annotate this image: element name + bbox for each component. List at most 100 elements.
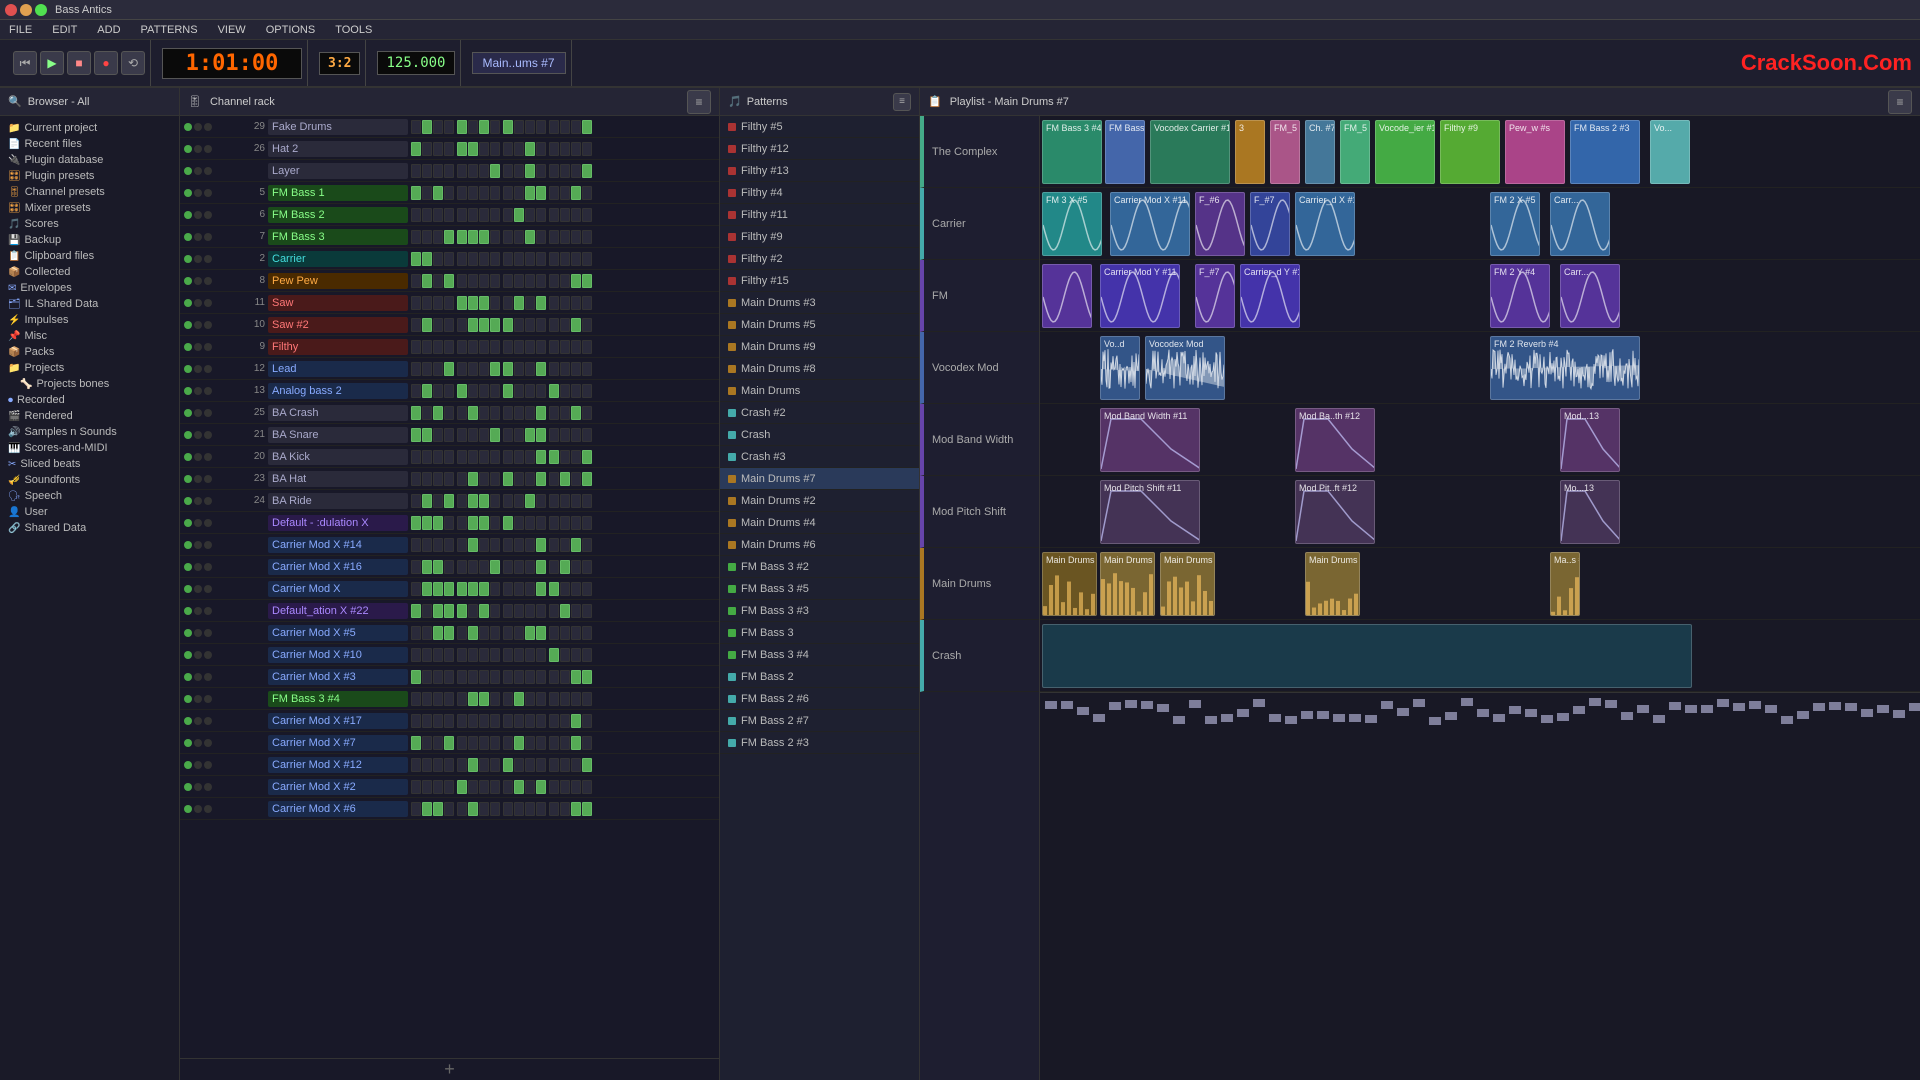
menu-edit[interactable]: EDIT [48,22,81,38]
beat-pad[interactable] [433,384,443,398]
channel-mute-dot[interactable] [194,189,202,197]
channel-mute-dot[interactable] [194,651,202,659]
beat-pad[interactable] [444,670,454,684]
channel-solo-dot[interactable] [204,497,212,505]
beat-pad[interactable] [468,736,478,750]
channel-solo-dot[interactable] [204,563,212,571]
note-block[interactable] [1893,710,1905,718]
beat-pad[interactable] [422,186,432,200]
beat-pad[interactable] [422,208,432,222]
beat-pad[interactable] [411,450,421,464]
channel-mute-dot[interactable] [194,475,202,483]
beat-pad[interactable] [479,274,489,288]
channel-name[interactable]: Fake Drums [268,119,408,135]
beat-pad[interactable] [444,296,454,310]
beat-pad[interactable] [433,318,443,332]
beat-pad[interactable] [503,758,513,772]
sidebar-item-scores[interactable]: 🎵Scores [0,216,179,232]
channel-row[interactable]: 24 BA Ride [180,490,719,512]
beat-pad[interactable] [479,384,489,398]
beat-pad[interactable] [525,120,535,134]
channel-row[interactable]: 8 Pew Pew [180,270,719,292]
channel-active-dot[interactable] [184,431,192,439]
beat-pad[interactable] [479,670,489,684]
beat-pad[interactable] [479,252,489,266]
beat-pad[interactable] [468,428,478,442]
channel-row[interactable]: Default_ation X #22 [180,600,719,622]
channel-active-dot[interactable] [184,167,192,175]
beat-pad[interactable] [536,428,546,442]
beat-pad[interactable] [571,362,581,376]
beat-pad[interactable] [560,208,570,222]
sidebar-item-soundfonts[interactable]: 🎺Soundfonts [0,472,179,488]
beat-pad[interactable] [433,560,443,574]
channel-active-dot[interactable] [184,739,192,747]
beat-pad[interactable] [503,340,513,354]
record-button[interactable]: ● [94,51,118,75]
beat-pad[interactable] [560,252,570,266]
playlist-block[interactable]: Mod Band Width #11 [1100,408,1200,472]
beat-pad[interactable] [468,604,478,618]
beat-pad[interactable] [549,736,559,750]
beat-pad[interactable] [571,736,581,750]
channel-mute-dot[interactable] [194,695,202,703]
beat-pad[interactable] [490,626,500,640]
channel-name[interactable]: Filthy [268,339,408,355]
beat-pad[interactable] [444,208,454,222]
note-block[interactable] [1461,698,1473,706]
beat-pad[interactable] [560,494,570,508]
beat-pad[interactable] [582,318,592,332]
note-block[interactable] [1829,702,1841,710]
channel-name[interactable]: Default - :dulation X [268,515,408,531]
beat-pad[interactable] [444,604,454,618]
playlist-block[interactable]: FM Bass 3 #4 [1042,120,1102,184]
playlist-block[interactable]: Carrier Mod X #11 [1110,192,1190,256]
sidebar-item-plugin-presets[interactable]: 🎛Plugin presets [0,168,179,184]
note-block[interactable] [1605,700,1617,708]
playlist-block[interactable]: FM_5 [1270,120,1300,184]
channel-row[interactable]: 7 FM Bass 3 [180,226,719,248]
beat-pad[interactable] [433,758,443,772]
beat-pad[interactable] [422,318,432,332]
beat-pad[interactable] [479,186,489,200]
channel-active-dot[interactable] [184,321,192,329]
beat-pad[interactable] [514,274,524,288]
beat-pad[interactable] [468,186,478,200]
beat-pad[interactable] [479,560,489,574]
channel-solo-dot[interactable] [204,629,212,637]
beat-pad[interactable] [479,780,489,794]
beat-pad[interactable] [514,208,524,222]
beat-pad[interactable] [525,604,535,618]
beat-pad[interactable] [468,538,478,552]
channel-mute-dot[interactable] [194,343,202,351]
channel-mute-dot[interactable] [194,255,202,263]
playlist-block[interactable]: FM 2 Y #4 [1490,264,1550,328]
beat-pad[interactable] [514,362,524,376]
beat-pad[interactable] [479,318,489,332]
beat-pad[interactable] [514,406,524,420]
beat-pad[interactable] [490,450,500,464]
beat-pad[interactable] [422,472,432,486]
channel-row[interactable]: 21 BA Snare [180,424,719,446]
channel-row[interactable]: Carrier Mod X #12 [180,754,719,776]
beat-pad[interactable] [560,780,570,794]
channel-row[interactable]: Carrier Mod X #17 [180,710,719,732]
beat-pad[interactable] [514,670,524,684]
playlist-block[interactable]: Carrier_d X #12 [1295,192,1355,256]
beat-pad[interactable] [444,362,454,376]
beat-pad[interactable] [582,648,592,662]
beat-pad[interactable] [571,802,581,816]
channel-row[interactable]: FM Bass 3 #4 [180,688,719,710]
rewind-button[interactable]: ⏮ [13,51,37,75]
sidebar-item-recorded[interactable]: ⏺Recorded [0,392,179,408]
sidebar-item-scores-and-midi[interactable]: 🎹Scores-and-MIDI [0,440,179,456]
beat-pad[interactable] [549,648,559,662]
beat-pad[interactable] [411,692,421,706]
channel-solo-dot[interactable] [204,123,212,131]
beat-pad[interactable] [490,582,500,596]
beat-pad[interactable] [560,758,570,772]
note-block[interactable] [1909,703,1920,711]
channel-row[interactable]: Carrier Mod X #3 [180,666,719,688]
beat-pad[interactable] [444,626,454,640]
playlist-track-row[interactable]: Main DrumsMain Drums #2Main Drums #3Main… [1040,548,1920,620]
